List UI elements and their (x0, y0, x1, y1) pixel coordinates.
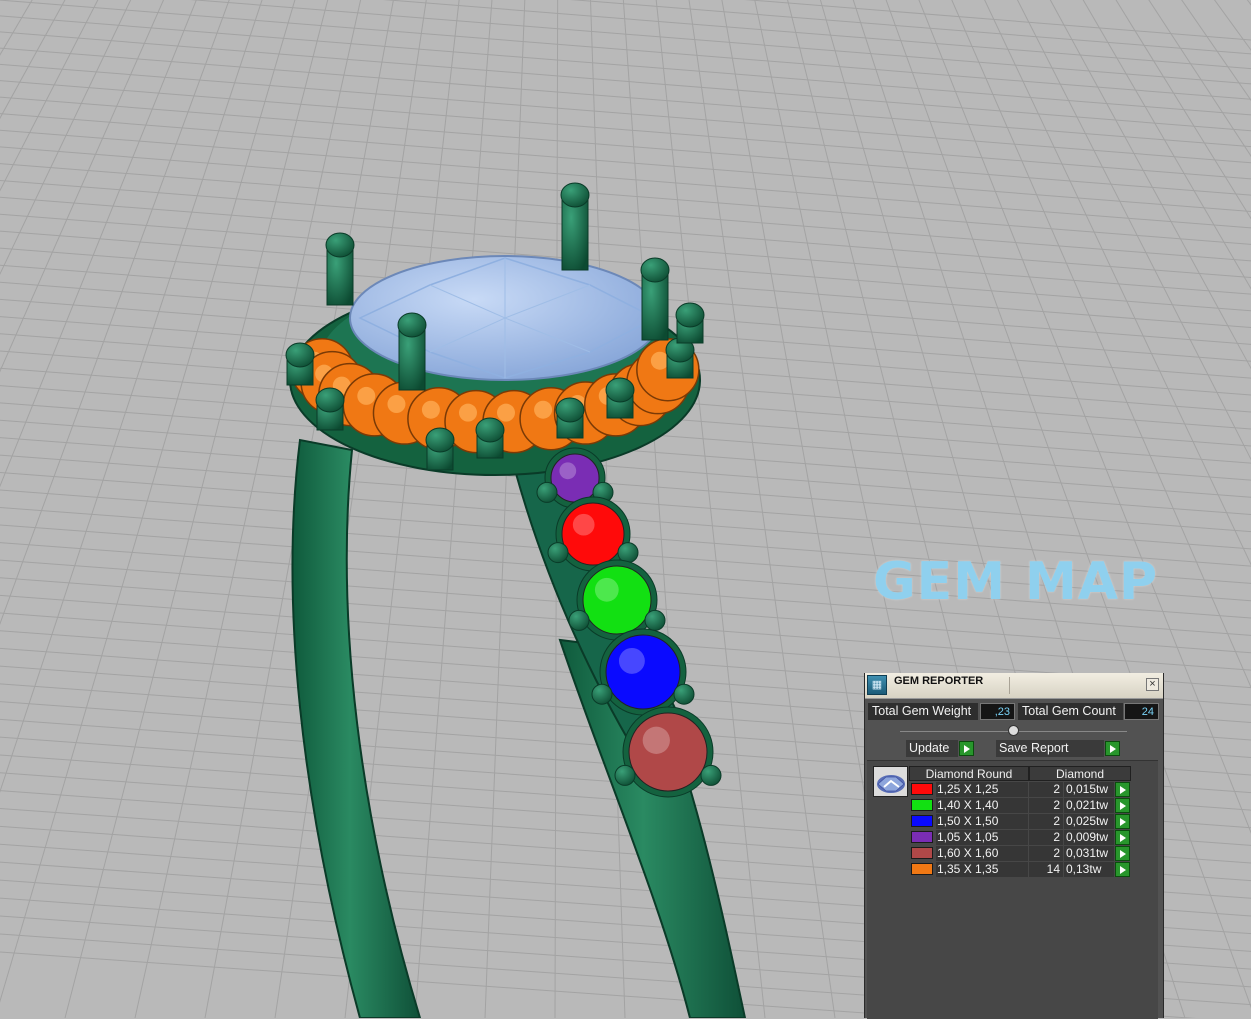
center-stone (349, 255, 661, 381)
prong (665, 337, 695, 379)
panel-slider-handle[interactable] (1008, 725, 1019, 736)
column-header-shape[interactable]: Diamond Round (909, 766, 1029, 781)
diamond-thumbnail-icon[interactable] (873, 766, 908, 797)
prong (397, 312, 427, 391)
row-select-button[interactable] (1115, 846, 1130, 861)
update-label[interactable]: Update (906, 740, 958, 757)
gem-size: 1,50 X 1,50 (936, 814, 1028, 829)
gem-row[interactable]: 1,50 X 1,50 2 0,025tw (909, 814, 1131, 829)
gem-size: 1,25 X 1,25 (936, 782, 1028, 797)
gem-weight: 0,031tw (1064, 846, 1114, 861)
row-select-button[interactable] (1115, 782, 1130, 797)
color-swatch (911, 847, 933, 859)
color-swatch (911, 831, 933, 843)
close-button[interactable]: × (1146, 678, 1159, 691)
gem-row[interactable]: 1,05 X 1,05 2 0,009tw (909, 830, 1131, 845)
gem-row[interactable]: 1,35 X 1,35 14 0,13tw (909, 862, 1131, 877)
gem-weight: 0,009tw (1064, 830, 1114, 845)
row-select-button[interactable] (1115, 798, 1130, 813)
gem-weight: 0,025tw (1064, 814, 1114, 829)
gem-count: 2 (1029, 830, 1063, 845)
color-swatch (911, 799, 933, 811)
gem-count: 14 (1029, 862, 1063, 877)
prong (675, 302, 705, 344)
gem-row[interactable]: 1,25 X 1,25 2 0,015tw (909, 782, 1131, 797)
gem-size: 1,35 X 1,35 (936, 862, 1028, 877)
prong (475, 417, 505, 459)
prong (325, 232, 355, 306)
gem-map-title: GEM MAP (873, 552, 1159, 612)
row-select-button[interactable] (1115, 830, 1130, 845)
column-header-material[interactable]: Diamond (1029, 766, 1131, 781)
panel-title: GEM REPORTER (894, 675, 984, 687)
prong (560, 182, 590, 271)
gem-weight: 0,015tw (1064, 782, 1114, 797)
prong (640, 257, 670, 341)
prong (555, 397, 585, 439)
prong (315, 387, 345, 431)
color-swatch (911, 863, 933, 875)
total-gem-count-label: Total Gem Count (1018, 703, 1123, 720)
row-select-button[interactable] (1115, 862, 1130, 877)
gem-count: 2 (1029, 798, 1063, 813)
color-swatch (911, 783, 933, 795)
row-select-button[interactable] (1115, 814, 1130, 829)
save-report-label[interactable]: Save Report (996, 740, 1104, 757)
gem-row[interactable]: 1,60 X 1,60 2 0,031tw (909, 846, 1131, 861)
prong (605, 377, 635, 419)
title-separator (1009, 677, 1010, 694)
panel-titlebar[interactable]: ▦ GEM REPORTER × (865, 673, 1163, 699)
gem-size: 1,05 X 1,05 (936, 830, 1028, 845)
gem-row[interactable]: 1,40 X 1,40 2 0,021tw (909, 798, 1131, 813)
gem-reporter-icon: ▦ (867, 675, 887, 695)
prong (425, 427, 455, 471)
gem-size: 1,60 X 1,60 (936, 846, 1028, 861)
color-swatch (911, 815, 933, 827)
update-button[interactable] (959, 741, 974, 756)
total-gem-weight-value: ,23 (980, 703, 1015, 720)
prong (285, 342, 315, 386)
total-gem-count-value: 24 (1124, 703, 1159, 720)
gem-count: 2 (1029, 814, 1063, 829)
gem-size: 1,40 X 1,40 (936, 798, 1028, 813)
gem-count: 2 (1029, 846, 1063, 861)
save-report-button[interactable] (1105, 741, 1120, 756)
gem-weight: 0,021tw (1064, 798, 1114, 813)
gem-count: 2 (1029, 782, 1063, 797)
total-gem-weight-label: Total Gem Weight (868, 703, 978, 720)
shank-stones (536, 447, 722, 798)
gem-weight: 0,13tw (1064, 862, 1114, 877)
